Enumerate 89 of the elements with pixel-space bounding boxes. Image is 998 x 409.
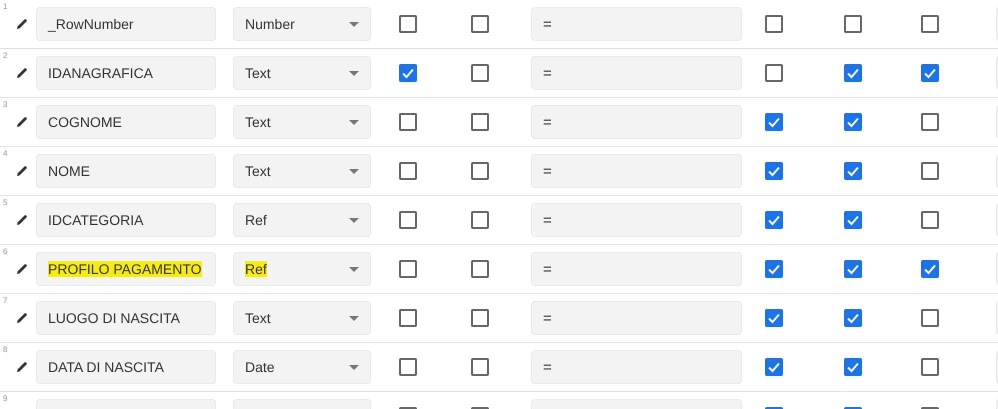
checkbox[interactable] xyxy=(844,162,862,180)
checkbox[interactable] xyxy=(399,358,417,376)
checkbox[interactable] xyxy=(844,15,862,33)
name-field[interactable]: IDCATEGORIA xyxy=(36,203,216,237)
name-field[interactable]: IDANAGRAFICA xyxy=(36,56,216,90)
caret-icon xyxy=(349,120,359,124)
formula-field[interactable]: = xyxy=(531,350,742,384)
checkbox[interactable] xyxy=(921,211,939,229)
checkbox[interactable] xyxy=(471,113,489,131)
row-number: 9 xyxy=(3,394,8,403)
caret-icon xyxy=(349,22,359,26)
row-number: 8 xyxy=(3,345,8,354)
checkbox[interactable] xyxy=(471,260,489,278)
checkbox[interactable] xyxy=(765,260,783,278)
name-field[interactable]: _RowNumber xyxy=(36,7,216,41)
checkbox[interactable] xyxy=(765,64,783,82)
checkbox[interactable] xyxy=(471,15,489,33)
checkbox[interactable] xyxy=(765,211,783,229)
pencil-icon[interactable] xyxy=(16,361,28,373)
caret-icon xyxy=(349,70,359,76)
row-number: 4 xyxy=(3,149,8,158)
row-number: 2 xyxy=(3,51,8,60)
formula-field[interactable]: = xyxy=(531,154,742,188)
checkbox[interactable] xyxy=(921,113,939,131)
checkbox[interactable] xyxy=(765,162,783,180)
formula-field[interactable]: = xyxy=(531,7,742,41)
formula-field[interactable]: = xyxy=(531,301,742,335)
pencil-icon[interactable] xyxy=(16,18,28,30)
checkbox[interactable] xyxy=(399,162,417,180)
checkbox[interactable] xyxy=(399,309,417,327)
caret-icon xyxy=(349,218,359,222)
checkbox[interactable] xyxy=(921,309,939,327)
caret-icon xyxy=(349,168,359,174)
pencil-icon[interactable] xyxy=(16,116,28,128)
caret-icon xyxy=(349,364,359,370)
checkbox[interactable] xyxy=(471,358,489,376)
type-dropdown[interactable]: Date xyxy=(233,350,371,384)
type-dropdown[interactable]: Text xyxy=(233,105,371,139)
pencil-icon[interactable] xyxy=(16,312,28,324)
checkbox[interactable] xyxy=(399,64,417,82)
type-dropdown[interactable]: Text xyxy=(233,56,371,90)
type-dropdown[interactable]: Text xyxy=(233,301,371,335)
formula-field[interactable]: = xyxy=(531,105,742,139)
caret-icon xyxy=(349,266,359,272)
checkbox[interactable] xyxy=(471,211,489,229)
name-field[interactable]: COGNOME xyxy=(36,105,216,139)
checkbox[interactable] xyxy=(844,358,862,376)
pencil-icon[interactable] xyxy=(16,67,28,79)
formula-field[interactable]: = xyxy=(531,252,742,286)
checkbox[interactable] xyxy=(844,309,862,327)
name-field[interactable]: DATA DI NASCITA xyxy=(36,350,216,384)
type-dropdown[interactable]: Ref xyxy=(233,252,371,286)
pencil-icon[interactable] xyxy=(16,165,28,177)
pencil-icon[interactable] xyxy=(16,214,28,226)
formula-field[interactable]: = xyxy=(531,56,742,90)
checkbox[interactable] xyxy=(921,15,939,33)
type-dropdown[interactable]: Number xyxy=(233,7,371,41)
name-field[interactable]: NOME xyxy=(36,154,216,188)
row-number: 7 xyxy=(3,296,8,305)
checkbox[interactable] xyxy=(921,162,939,180)
checkbox[interactable] xyxy=(399,113,417,131)
checkbox[interactable] xyxy=(844,113,862,131)
checkbox[interactable] xyxy=(844,260,862,278)
checkbox[interactable] xyxy=(921,358,939,376)
checkbox[interactable] xyxy=(471,64,489,82)
row-number: 3 xyxy=(3,100,8,109)
checkbox[interactable] xyxy=(399,260,417,278)
checkbox[interactable] xyxy=(844,64,862,82)
formula-field[interactable]: = xyxy=(531,203,742,237)
checkbox[interactable] xyxy=(471,309,489,327)
row-number: 6 xyxy=(3,247,8,256)
checkbox[interactable] xyxy=(765,15,783,33)
checkbox[interactable] xyxy=(399,211,417,229)
row-number: 5 xyxy=(3,198,8,207)
checkbox[interactable] xyxy=(921,64,939,82)
checkbox[interactable] xyxy=(471,162,489,180)
checkbox[interactable] xyxy=(399,15,417,33)
checkbox[interactable] xyxy=(765,113,783,131)
pencil-icon[interactable] xyxy=(16,263,28,275)
caret-icon xyxy=(349,316,359,320)
checkbox[interactable] xyxy=(921,260,939,278)
type-dropdown[interactable]: Text xyxy=(233,154,371,188)
name-field[interactable]: LUOGO DI NASCITA xyxy=(36,301,216,335)
row-number: 1 xyxy=(3,2,8,11)
checkbox[interactable] xyxy=(765,358,783,376)
name-field[interactable]: PROFILO PAGAMENTO xyxy=(36,252,216,286)
checkbox[interactable] xyxy=(765,309,783,327)
type-dropdown[interactable]: Ref xyxy=(233,203,371,237)
checkbox[interactable] xyxy=(844,211,862,229)
